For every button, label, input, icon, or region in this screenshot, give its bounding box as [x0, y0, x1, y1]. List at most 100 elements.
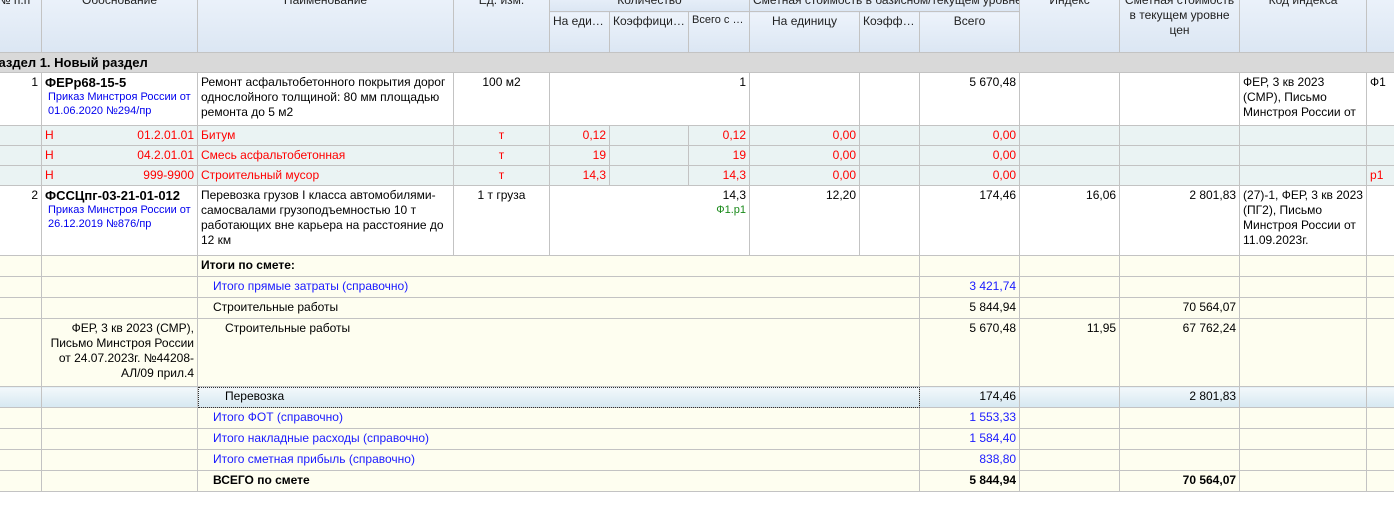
col-header-cost[interactable]: Сметная стоимость в базисном/текущем уро… [749, 0, 1021, 12]
resource-row[interactable]: Н 999-9900 Строительный мусор т 14,3 14,3… [0, 165, 1394, 186]
resource-qty-coef [609, 125, 689, 146]
resource-name: Битум [197, 125, 454, 146]
totals-label: Строительные работы [196, 318, 921, 387]
item-index: 16,06 [1019, 185, 1121, 256]
totals-current: 70 564,07 [1119, 297, 1241, 319]
resource-qty-per-unit: 19 [549, 145, 610, 166]
item-name: Ремонт асфальтобетонного покрытия дорог … [197, 72, 454, 126]
col-header-extra[interactable] [1366, 0, 1394, 53]
resource-qty-total: 0,12 [687, 125, 751, 146]
col-header-num[interactable]: № п.п [0, 0, 42, 53]
resource-cost-per-unit: 0,00 [749, 145, 861, 166]
totals-row-transport[interactable]: Перевозка 174,46 2 801,83 [0, 386, 1394, 408]
item-num: 1 [0, 72, 42, 126]
totals-row-profit[interactable]: Итого сметная прибыль (справочно) 838,80 [0, 449, 1394, 471]
totals-row-direct[interactable]: Итого прямые затраты (справочно) 3 421,7… [0, 276, 1394, 298]
item-cost-total: 174,46 [919, 185, 1021, 256]
totals-row-fot[interactable]: Итого ФОТ (справочно) 1 553,33 [0, 407, 1394, 429]
totals-total: 5 670,48 [919, 318, 1021, 387]
item-cost-total: 5 670,48 [919, 72, 1021, 126]
totals-label: Итого накладные расходы (справочно) [196, 428, 921, 450]
item-qty-total: 1 [548, 72, 751, 126]
totals-header-row[interactable]: Итоги по смете: [0, 255, 1394, 277]
resource-name: Строительный мусор [197, 165, 454, 186]
col-header-quantity[interactable]: Количество [548, 0, 751, 12]
totals-current: 67 762,24 [1119, 318, 1241, 387]
item-extra: Ф1 [1366, 72, 1394, 126]
item-index-code: ФЕР, 3 кв 2023 (СМР), Письмо Минстроя Ро… [1239, 72, 1368, 126]
item-order-link[interactable]: Приказ Минстроя России от 26.12.2019 №87… [45, 203, 194, 231]
resource-extra: р1 [1366, 165, 1394, 186]
totals-row-construction-sub[interactable]: ФЕР, 3 кв 2023 (СМР), Письмо Минстроя Ро… [0, 318, 1394, 387]
item-index [1019, 72, 1121, 126]
table-row[interactable]: 1 ФЕРр68-15-5 Приказ Минстроя России от … [0, 72, 1394, 126]
item-cost-per-unit [749, 72, 861, 126]
col-header-qty-total[interactable]: Всего с учетом коэффиц... [687, 11, 751, 53]
totals-current: 2 801,83 [1119, 386, 1241, 408]
estimate-grid-viewport: № п.п Обоснование Наименование Ед. изм. … [0, 0, 1394, 531]
item-current-cost [1119, 72, 1241, 126]
col-header-cost-coef[interactable]: Коэффи... [859, 11, 921, 53]
item-current-cost: 2 801,83 [1119, 185, 1241, 256]
resource-extra [1366, 125, 1394, 146]
item-order-link[interactable]: Приказ Минстроя России от 01.06.2020 №29… [45, 90, 194, 118]
totals-label: ВСЕГО по смете [196, 470, 921, 492]
item-qty-total: 14,3 Ф1.р1 [548, 185, 751, 256]
totals-total: 838,80 [919, 449, 1021, 471]
resource-cost-per-unit: 0,00 [749, 165, 861, 186]
item-qty-value: 14,3 [722, 188, 747, 202]
resource-code-cell: Н 999-9900 [41, 165, 198, 186]
resource-name: Смесь асфальтобетонная [197, 145, 454, 166]
col-header-basis[interactable]: Обоснование [41, 0, 198, 53]
col-header-index-code[interactable]: Код индекса [1239, 0, 1368, 53]
item-unit: 1 т груза [453, 185, 550, 256]
resource-code: 01.2.01.01 [137, 128, 194, 142]
resource-unit: т [453, 165, 550, 186]
resource-qty-per-unit: 0,12 [549, 125, 610, 146]
col-header-qty-coef[interactable]: Коэффициен... [609, 11, 689, 53]
resource-cost-total: 0,00 [919, 125, 1021, 146]
col-header-index[interactable]: Индекс [1019, 0, 1121, 53]
resource-qty-total: 14,3 [687, 165, 751, 186]
totals-basis: ФЕР, 3 кв 2023 (СМР), Письмо Минстроя Ро… [41, 318, 198, 387]
item-cost-coef [859, 185, 921, 256]
resource-type: Н [45, 168, 54, 182]
totals-label: Итого ФОТ (справочно) [196, 407, 921, 429]
col-header-current-cost[interactable]: Сметная стоимость в текущем уровне цен [1119, 0, 1241, 53]
totals-total: 1 584,40 [919, 428, 1021, 450]
item-index-code-text: ФЕР, 3 кв 2023 (СМР), Письмо Минстроя Ро… [1243, 75, 1356, 119]
totals-label[interactable]: Перевозка [196, 386, 921, 408]
totals-row-construction[interactable]: Строительные работы 5 844,94 70 564,07 [0, 297, 1394, 319]
totals-total: 1 553,33 [919, 407, 1021, 429]
item-code: ФЕРр68-15-5 [45, 75, 127, 90]
totals-index: 11,95 [1019, 318, 1121, 387]
resource-cost-total: 0,00 [919, 165, 1021, 186]
resource-code: 999-9900 [143, 168, 194, 182]
totals-row-overhead[interactable]: Итого накладные расходы (справочно) 1 58… [0, 428, 1394, 450]
col-header-qty-per-unit[interactable]: На единицу [549, 11, 610, 53]
resource-code-cell: Н 01.2.01.01 [41, 125, 198, 146]
item-basis: ФССЦпг-03-21-01-012 Приказ Минстроя Росс… [41, 185, 198, 256]
resource-row[interactable]: Н 01.2.01.01 Битум т 0,12 0,12 0,00 0,00 [0, 125, 1394, 146]
col-header-unit[interactable]: Ед. изм. [453, 0, 550, 53]
totals-label: Строительные работы [196, 297, 921, 319]
totals-header: Итоги по смете: [196, 255, 921, 277]
resource-type: Н [45, 148, 54, 162]
resource-row[interactable]: Н 04.2.01.01 Смесь асфальтобетонная т 19 … [0, 145, 1394, 166]
totals-total: 5 844,94 [919, 470, 1021, 492]
resource-extra [1366, 145, 1394, 166]
item-num: 2 [0, 185, 42, 256]
totals-total: 3 421,74 [919, 276, 1021, 298]
totals-row-grand[interactable]: ВСЕГО по смете 5 844,94 70 564,07 [0, 470, 1394, 492]
col-header-name[interactable]: Наименование [197, 0, 454, 53]
estimate-grid: № п.п Обоснование Наименование Ед. изм. … [0, 0, 1394, 492]
resource-code-cell: Н 04.2.01.01 [41, 145, 198, 166]
resource-cost-per-unit: 0,00 [749, 125, 861, 146]
col-header-cost-total[interactable]: Всего [919, 11, 1021, 53]
col-header-cost-per-unit[interactable]: На единицу [749, 11, 861, 53]
totals-current: 70 564,07 [1119, 470, 1241, 492]
resource-qty-coef [609, 165, 689, 186]
section-row[interactable]: Раздел 1. Новый раздел [0, 52, 1394, 73]
table-row[interactable]: 2 ФССЦпг-03-21-01-012 Приказ Минстроя Ро… [0, 185, 1394, 256]
resource-cost-total: 0,00 [919, 145, 1021, 166]
